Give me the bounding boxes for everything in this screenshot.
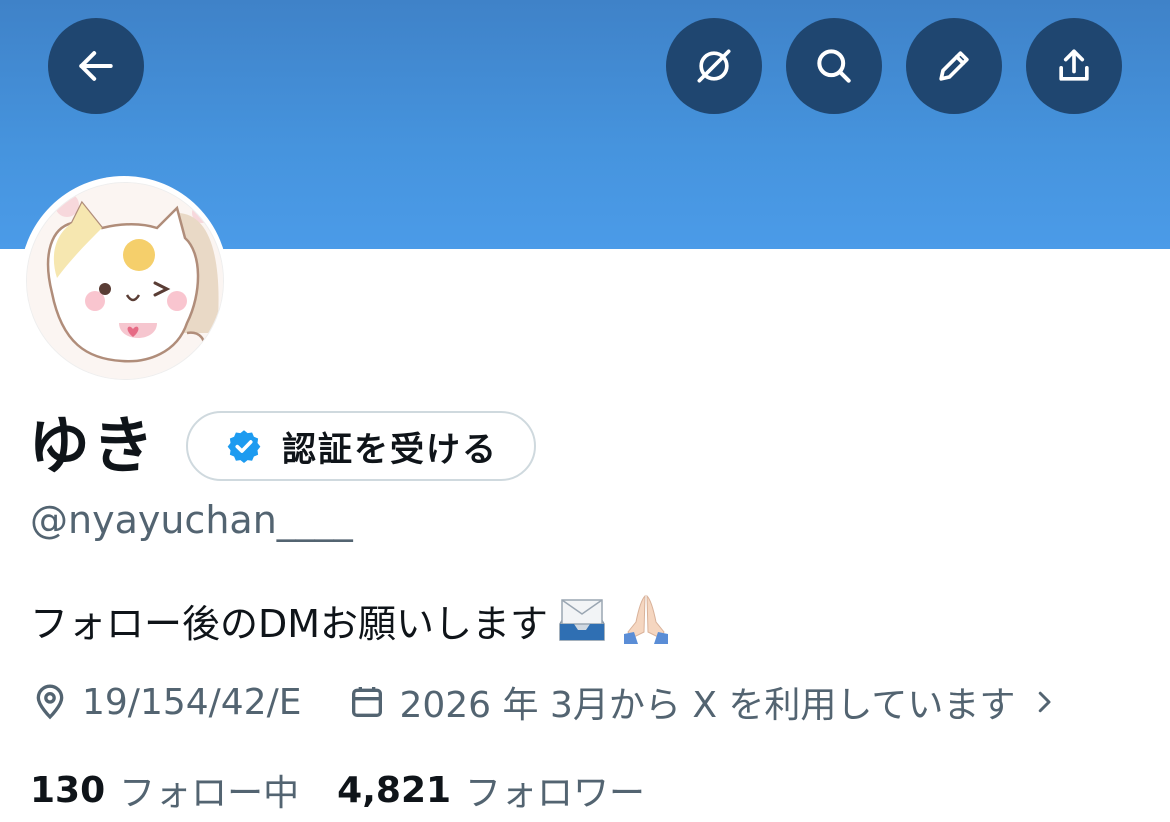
calendar-icon [352, 687, 383, 717]
location-pin-icon [36, 684, 64, 720]
join-date-text[interactable]: 2026 年 3月から X を利用しています [399, 676, 1015, 728]
get-verified-label: 認証を受ける [282, 429, 499, 470]
folded-hands-icon [616, 592, 676, 648]
search-button[interactable] [786, 18, 882, 114]
following-link[interactable]: 130 フォロー中 [30, 764, 299, 816]
follow-stats: 130 フォロー中 4,821 フォロワー [30, 764, 645, 816]
verified-badge-icon [227, 430, 261, 463]
back-arrow-icon [79, 51, 113, 81]
chevron-right-icon[interactable] [1029, 687, 1059, 717]
profile-bio: フォロー後のDMお願いします [30, 592, 676, 648]
get-verified-button[interactable]: 認証を受ける [186, 411, 537, 481]
cat-character-image [27, 183, 223, 379]
share-button[interactable] [1026, 18, 1122, 114]
following-count: 130 [30, 769, 106, 811]
display-name: ゆき [28, 409, 157, 482]
grok-button[interactable] [666, 18, 762, 114]
edit-pencil-icon [939, 51, 969, 81]
bio-text: フォロー後のDMお願いします [30, 601, 549, 646]
username-handle: @nyayuchan____ [30, 498, 353, 542]
following-label: フォロー中 [119, 773, 300, 814]
edit-button[interactable] [906, 18, 1002, 114]
followers-count: 4,821 [337, 769, 452, 811]
search-icon [817, 49, 851, 83]
share-upload-icon [1059, 49, 1089, 81]
avatar[interactable] [20, 176, 228, 384]
back-button[interactable] [48, 18, 144, 114]
inbox-tray-mail-icon [554, 594, 610, 646]
followers-link[interactable]: 4,821 フォロワー [337, 764, 645, 816]
profile-meta: 19/154/42/E 2026 年 3月から X を利用しています [30, 676, 1059, 728]
grok-icon [697, 49, 731, 83]
location-text: 19/154/42/E [82, 681, 302, 723]
avatar-image [26, 182, 224, 380]
followers-label: フォロワー [465, 773, 646, 814]
